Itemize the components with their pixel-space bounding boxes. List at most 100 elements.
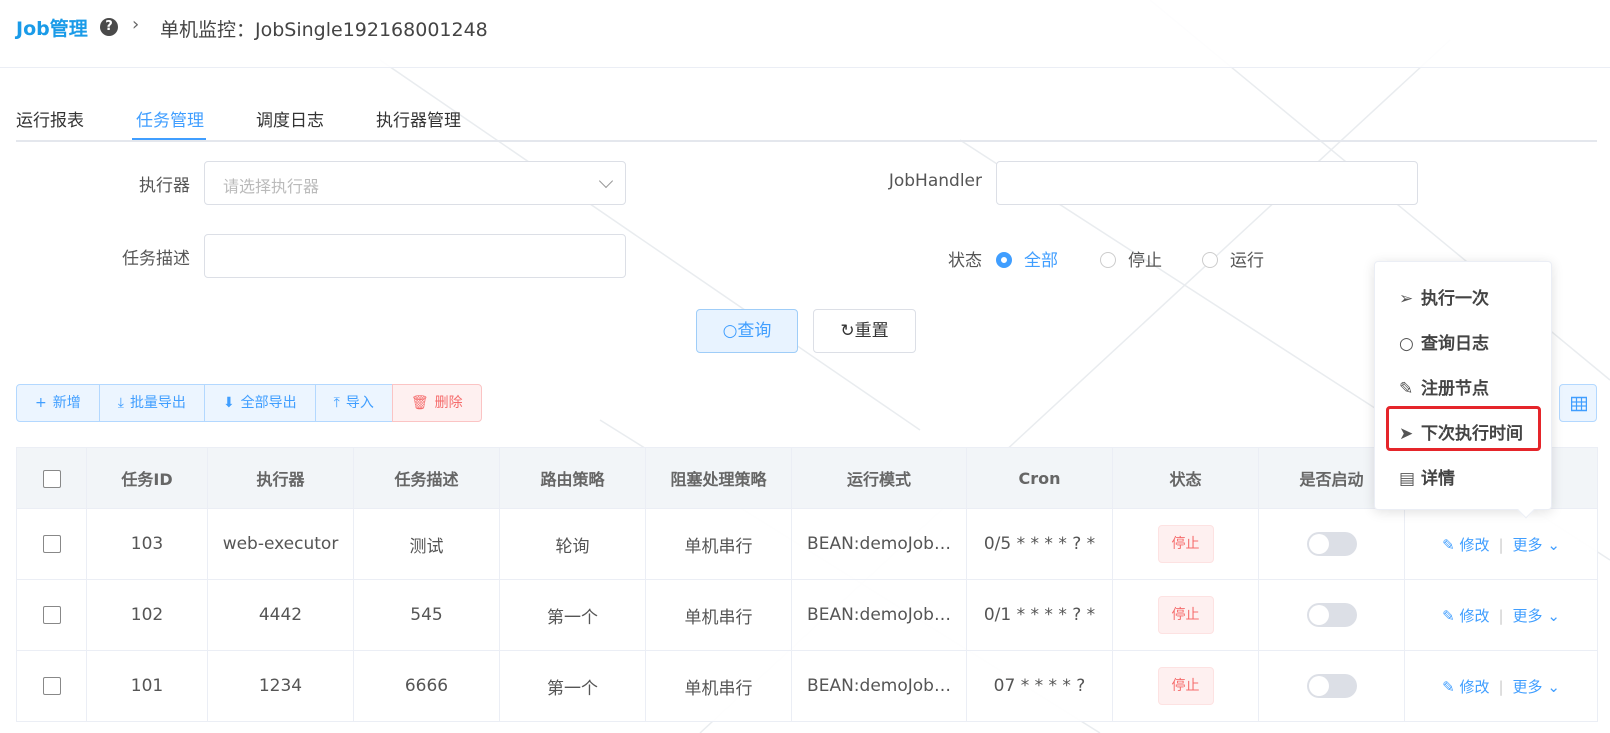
delete-button[interactable]: 🗑 删除 [391, 384, 482, 422]
trash-icon: 🗑 [410, 395, 429, 411]
tab-executor-management[interactable]: 执行器管理 [376, 106, 461, 131]
desc-cell: 测试 [353, 508, 500, 580]
edit-link[interactable]: 修改 [1459, 607, 1489, 625]
chevron-down-icon: ⌄ [1547, 677, 1560, 696]
enable-toggle[interactable] [1306, 603, 1357, 627]
search-button[interactable]: ○查询 [696, 309, 798, 353]
column-header[interactable]: 执行器 [207, 447, 354, 509]
status-radio-running[interactable]: 运行 [1202, 246, 1264, 271]
import-button[interactable]: ⤒ 导入 [314, 384, 393, 422]
table-row: 102 4442 545 第一个 单机串行 BEAN:demoJob… 0/1 … [16, 579, 1598, 651]
download-solid-icon: ⬇ [222, 395, 235, 411]
column-header[interactable]: 路由策略 [499, 447, 646, 509]
status-badge: 停止 [1157, 596, 1214, 634]
run-mode-cell: BEAN:demoJob… [791, 579, 967, 651]
row-checkbox[interactable] [42, 535, 61, 553]
row-checkbox[interactable] [42, 677, 61, 695]
row-checkbox[interactable] [42, 606, 61, 624]
task-id-cell: 101 [86, 650, 208, 722]
jobhandler-label: JobHandler [888, 171, 982, 191]
row-select-cell [16, 579, 87, 651]
more-dropdown-menu: ➢ 执行一次 ○ 查询日志 ✎ 注册节点 ➤ 下次执行时间 ▤ 详情 [1374, 261, 1552, 510]
executor-select[interactable]: 请选择执行器 [204, 161, 626, 205]
run-mode-cell: BEAN:demoJob… [791, 650, 967, 722]
enable-toggle[interactable] [1306, 532, 1357, 556]
help-icon[interactable]: ? [100, 18, 118, 36]
executor-cell: web-executor [207, 508, 354, 580]
enabled-cell [1258, 579, 1405, 651]
route-cell: 第一个 [499, 579, 646, 651]
column-header[interactable]: 任务ID [86, 447, 208, 509]
status-radio-all[interactable]: 全部 [996, 246, 1058, 271]
status-cell: 停止 [1112, 650, 1259, 722]
reset-button[interactable]: ↻重置 [813, 309, 916, 353]
menu-item-details[interactable]: ▤ 详情 [1399, 464, 1455, 489]
column-header[interactable]: 任务描述 [353, 447, 500, 509]
column-header[interactable]: 运行模式 [791, 447, 967, 509]
menu-item-query-log[interactable]: ○ 查询日志 [1399, 329, 1489, 354]
tab-bar: 运行报表 任务管理 调度日志 执行器管理 [16, 100, 1597, 142]
menu-item-run-once[interactable]: ➢ 执行一次 [1399, 284, 1489, 309]
tab-task-management[interactable]: 任务管理 [136, 106, 204, 131]
column-header[interactable]: 状态 [1112, 447, 1259, 509]
menu-item-label: 执行一次 [1421, 289, 1489, 309]
radio-dot [996, 252, 1012, 268]
chevron-down-icon: ⌄ [1547, 535, 1560, 554]
menu-item-register-node[interactable]: ✎ 注册节点 [1399, 374, 1489, 399]
enabled-cell [1258, 650, 1405, 722]
more-link[interactable]: 更多 [1513, 678, 1543, 696]
block-strategy-cell: 单机串行 [645, 650, 792, 722]
search-button-label: 查询 [737, 321, 772, 341]
tab-run-report[interactable]: 运行报表 [16, 106, 84, 131]
more-link[interactable]: 更多 [1513, 536, 1543, 554]
more-link[interactable]: 更多 [1513, 607, 1543, 625]
row-select-cell [16, 650, 87, 722]
edit-link[interactable]: 修改 [1459, 536, 1489, 554]
send-icon: ➢ [1399, 289, 1414, 309]
run-mode-cell: BEAN:demoJob… [791, 508, 967, 580]
edit-icon: ✎ [1399, 379, 1414, 399]
enable-toggle[interactable] [1306, 674, 1357, 698]
status-label: 状态 [948, 251, 982, 271]
status-radio-stopped[interactable]: 停止 [1100, 246, 1162, 271]
status-radio-all-label: 全部 [1024, 251, 1058, 271]
status-radio-running-label: 运行 [1230, 251, 1264, 271]
column-settings-button[interactable] [1559, 384, 1597, 422]
jobhandler-input[interactable] [996, 161, 1418, 205]
table-row: 101 1234 6666 第一个 单机串行 BEAN:demoJob… 07 … [16, 650, 1598, 722]
table-header-row: 任务ID 执行器 任务描述 路由策略 阻塞处理策略 运行模式 Cron 状态 是… [16, 447, 1598, 509]
brand-title[interactable]: Job管理 [16, 14, 88, 41]
column-header[interactable]: Cron [966, 447, 1113, 509]
edit-link[interactable]: 修改 [1459, 678, 1489, 696]
radio-dot [1100, 252, 1116, 268]
tab-schedule-log[interactable]: 调度日志 [256, 106, 324, 131]
column-header[interactable]: 阻塞处理策略 [645, 447, 792, 509]
status-badge: 停止 [1157, 525, 1214, 563]
executor-cell: 4442 [207, 579, 354, 651]
add-button[interactable]: + 新增 [16, 384, 100, 422]
edit-icon: ✎ [1442, 535, 1455, 554]
task-id-cell: 102 [86, 579, 208, 651]
menu-item-label: 详情 [1421, 469, 1455, 489]
radio-dot [1202, 252, 1218, 268]
export-all-button[interactable]: ⬇ 全部导出 [203, 384, 316, 422]
batch-export-button[interactable]: ⤓ 批量导出 [98, 384, 205, 422]
refresh-icon: ↻ [840, 321, 855, 341]
desc-cell: 6666 [353, 650, 500, 722]
edit-icon: ✎ [1442, 606, 1455, 625]
status-cell: 停止 [1112, 508, 1259, 580]
task-desc-input[interactable] [204, 234, 626, 278]
action-toolbar: + 新增 ⤓ 批量导出 ⬇ 全部导出 ⤒ 导入 🗑 删除 [16, 384, 482, 422]
status-badge: 停止 [1157, 667, 1214, 705]
route-cell: 轮询 [499, 508, 646, 580]
table-row: 103 web-executor 测试 轮询 单机串行 BEAN:demoJob… [16, 508, 1598, 580]
executor-label: 执行器 [139, 176, 190, 196]
table-grid-icon [1571, 396, 1587, 412]
operations-cell: ✎ 修改 | 更多 ⌄ [1404, 508, 1598, 580]
cron-cell: 0/5 * * * * ? * [966, 508, 1113, 580]
block-strategy-cell: 单机串行 [645, 579, 792, 651]
route-cell: 第一个 [499, 650, 646, 722]
row-select-cell [16, 508, 87, 580]
export-all-label: 全部导出 [240, 395, 297, 411]
select-all-checkbox[interactable] [42, 469, 61, 488]
